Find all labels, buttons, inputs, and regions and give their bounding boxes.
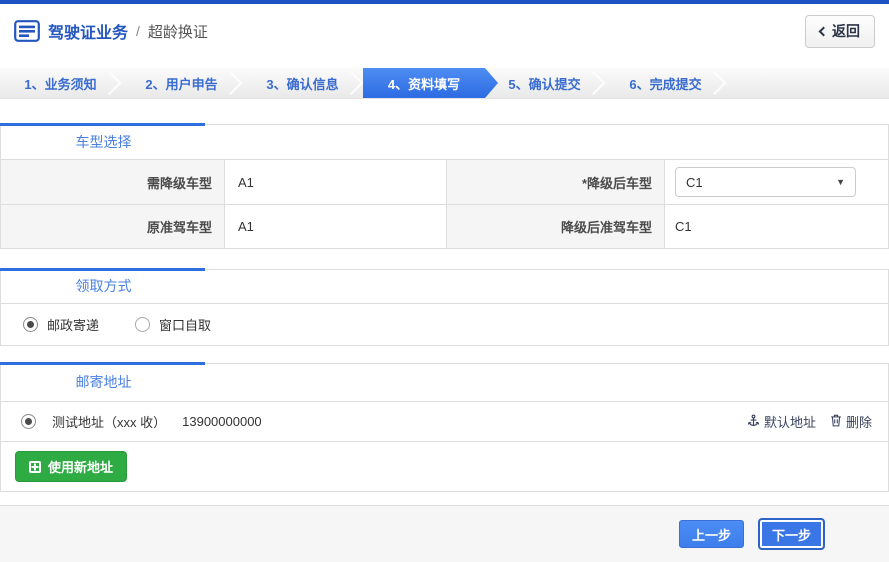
next-step-button[interactable]: 下一步	[757, 518, 825, 550]
pickup-option-label: 邮政寄递	[47, 318, 100, 333]
back-button[interactable]: 返回	[805, 14, 875, 48]
downgrade-to-select[interactable]: C1 ▼	[675, 167, 856, 197]
vehicle-section-title: 车型选择	[75, 134, 132, 150]
step-4-tab[interactable]: 4、资料填写	[363, 68, 498, 98]
radio-button[interactable]	[23, 317, 38, 332]
after-downgrade-class-value: C1	[664, 205, 888, 248]
step-3-tab[interactable]: 3、确认信息	[242, 68, 363, 98]
breadcrumb-separator: /	[136, 23, 140, 39]
page-header: 驾驶证业务 / 超龄换证 返回	[0, 4, 889, 58]
use-new-address-label: 使用新地址	[48, 460, 114, 475]
table-row: 原准驾车型 A1 降级后准驾车型 C1	[1, 204, 888, 248]
original-class-value: A1	[224, 205, 446, 248]
plus-icon	[29, 460, 41, 473]
address-list-item: 测试地址（xxx 收） 13900000000 默认地址 删除	[1, 401, 888, 442]
downgrade-to-label: *降级后车型	[446, 160, 664, 204]
license-card-icon	[14, 20, 40, 42]
table-row: 需降级车型 A1 *降级后车型 C1 ▼	[1, 159, 888, 204]
back-button-label: 返回	[832, 23, 860, 39]
step-progress-bar: 1、业务须知 2、用户申告 3、确认信息 4、资料填写 5、确认提交 6、完成提…	[0, 68, 889, 99]
trash-icon	[830, 414, 842, 430]
radio-button[interactable]	[135, 317, 151, 332]
dropdown-arrow-icon: ▼	[836, 177, 845, 187]
pickup-option-postal[interactable]: 邮政寄递	[23, 315, 99, 334]
pickup-options-row: 邮政寄递 窗口自取	[1, 303, 888, 345]
address-text: 测试地址（xxx 收）	[52, 415, 167, 430]
after-downgrade-class-label: 降级后准驾车型	[446, 205, 664, 248]
address-radio-button[interactable]	[21, 414, 36, 429]
anchor-icon	[747, 414, 760, 430]
use-new-address-button[interactable]: 使用新地址	[15, 451, 128, 482]
footer-action-bar: 上一步 下一步	[0, 505, 889, 562]
new-address-row: 使用新地址	[1, 442, 888, 491]
selected-value: C1	[686, 174, 703, 190]
step-1-tab[interactable]: 1、业务须知	[0, 68, 121, 98]
step-2-tab[interactable]: 2、用户申告	[121, 68, 242, 98]
pickup-method-section: 领取方式 邮政寄递 窗口自取	[0, 268, 889, 346]
page-title: 驾驶证业务	[48, 25, 129, 42]
downgrade-from-value: A1	[224, 160, 446, 204]
address-phone: 13900000000	[182, 414, 262, 429]
step-6-tab[interactable]: 6、完成提交	[605, 68, 726, 98]
step-5-tab[interactable]: 5、确认提交	[484, 68, 605, 98]
mailing-address-section: 邮寄地址 测试地址（xxx 收） 13900000000 默认地址 删除 使用新…	[0, 362, 889, 492]
downgrade-from-label: 需降级车型	[1, 160, 224, 204]
pickup-section-title: 领取方式	[75, 278, 132, 294]
address-section-title: 邮寄地址	[75, 374, 132, 390]
chevron-left-icon	[818, 26, 829, 36]
original-class-label: 原准驾车型	[1, 205, 224, 248]
pickup-option-window[interactable]: 窗口自取	[135, 315, 211, 334]
default-address-link[interactable]: 默认地址	[747, 412, 816, 431]
breadcrumb-current: 超龄换证	[147, 23, 208, 41]
default-address-label: 默认地址	[763, 415, 816, 430]
pickup-option-label: 窗口自取	[159, 318, 212, 333]
delete-address-link[interactable]: 删除	[830, 412, 872, 431]
delete-address-label: 删除	[845, 415, 872, 430]
previous-step-button[interactable]: 上一步	[678, 520, 744, 548]
vehicle-type-section: 车型选择 需降级车型 A1 *降级后车型 C1 ▼ 原准驾车型 A1 降级后准驾…	[0, 123, 889, 249]
